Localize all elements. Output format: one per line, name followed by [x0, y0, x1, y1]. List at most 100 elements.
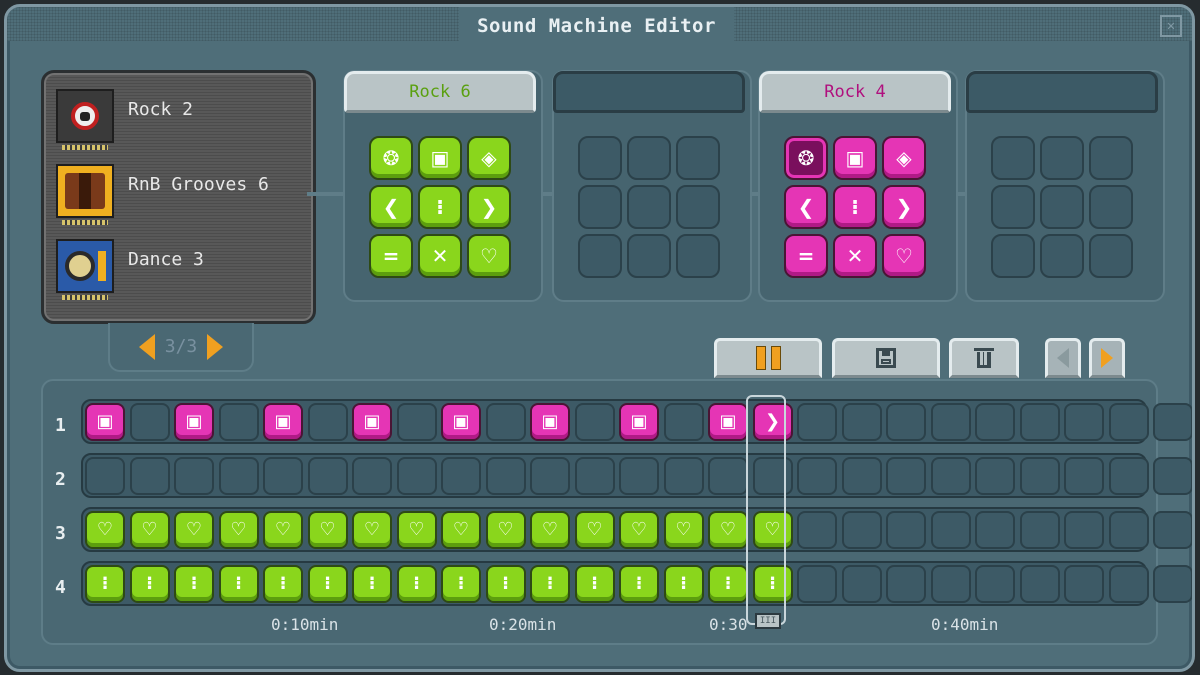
empty-beat-cell[interactable] — [841, 511, 882, 549]
empty-beat-cell[interactable] — [797, 403, 837, 441]
empty-beat-cell[interactable] — [129, 403, 170, 441]
beat-cell[interactable]: ⁝ — [441, 565, 481, 603]
beat-cell[interactable]: ⁝ — [619, 565, 659, 603]
empty-beat-cell[interactable] — [886, 511, 926, 549]
beat-cell[interactable]: ⁝ — [663, 565, 704, 603]
next-page-arrow-icon[interactable] — [207, 333, 224, 360]
sound-pad[interactable]: ❂ — [784, 136, 828, 180]
empty-beat-cell[interactable] — [797, 457, 837, 495]
empty-beat-cell[interactable] — [218, 457, 259, 495]
beat-cell[interactable]: ⁝ — [396, 565, 437, 603]
empty-beat-cell[interactable] — [930, 403, 971, 441]
beat-cell[interactable]: ♡ — [352, 511, 392, 549]
sound-pad[interactable]: ❯ — [467, 185, 511, 229]
empty-beat-cell[interactable] — [1108, 511, 1149, 549]
beat-cell[interactable]: ▣ — [352, 403, 392, 441]
scroll-left-button[interactable] — [1045, 338, 1081, 378]
empty-beat-cell[interactable] — [396, 403, 437, 441]
sound-pad[interactable]: ♡ — [467, 234, 511, 278]
beat-cell[interactable]: ♡ — [85, 511, 125, 549]
pause-button[interactable] — [714, 338, 822, 378]
empty-beat-cell[interactable] — [1153, 457, 1192, 495]
library-item-dance-3[interactable]: Dance 3 — [56, 239, 204, 300]
sound-pad[interactable]: ✕ — [833, 234, 877, 278]
beat-cell[interactable]: ♡ — [263, 511, 303, 549]
sound-pad[interactable]: ✕ — [418, 234, 462, 278]
empty-beat-cell[interactable] — [975, 511, 1015, 549]
empty-beat-cell[interactable] — [1153, 511, 1192, 549]
empty-beat-cell[interactable] — [1108, 565, 1149, 603]
sound-pad[interactable]: ❮ — [784, 185, 828, 229]
empty-pad[interactable] — [627, 185, 671, 229]
empty-beat-cell[interactable] — [841, 565, 882, 603]
empty-beat-cell[interactable] — [530, 457, 570, 495]
empty-pad[interactable] — [1040, 185, 1084, 229]
sound-pad[interactable]: ❂ — [369, 136, 413, 180]
beat-cell[interactable]: ♡ — [663, 511, 704, 549]
empty-beat-cell[interactable] — [1108, 457, 1149, 495]
empty-beat-cell[interactable] — [1064, 403, 1104, 441]
beat-cell[interactable]: ⁝ — [574, 565, 615, 603]
empty-pad[interactable] — [627, 234, 671, 278]
empty-beat-cell[interactable] — [218, 403, 259, 441]
empty-beat-cell[interactable] — [886, 565, 926, 603]
sound-pad[interactable]: ⁝ — [418, 185, 462, 229]
library-item-rock-2[interactable]: Rock 2 — [56, 89, 193, 150]
empty-pad[interactable] — [627, 136, 671, 180]
empty-beat-cell[interactable] — [1064, 565, 1104, 603]
empty-pad[interactable] — [578, 185, 622, 229]
empty-pad[interactable] — [1040, 136, 1084, 180]
slot-title-button[interactable] — [553, 71, 745, 113]
sound-pad[interactable]: ▣ — [833, 136, 877, 180]
empty-beat-cell[interactable] — [663, 403, 704, 441]
empty-beat-cell[interactable] — [129, 457, 170, 495]
scroll-right-button[interactable] — [1089, 338, 1125, 378]
empty-pad[interactable] — [1089, 185, 1133, 229]
empty-beat-cell[interactable] — [841, 403, 882, 441]
beat-cell[interactable]: ▣ — [530, 403, 570, 441]
beat-cell[interactable]: ⁝ — [218, 565, 259, 603]
beat-cell[interactable]: ♡ — [129, 511, 170, 549]
empty-beat-cell[interactable] — [1019, 511, 1060, 549]
empty-beat-cell[interactable] — [1108, 403, 1149, 441]
sound-pad[interactable]: ❮ — [369, 185, 413, 229]
beat-cell[interactable]: ⁝ — [174, 565, 214, 603]
empty-pad[interactable] — [1089, 136, 1133, 180]
sound-pad[interactable]: ♡ — [882, 234, 926, 278]
empty-beat-cell[interactable] — [975, 565, 1015, 603]
beat-cell[interactable]: ▣ — [708, 403, 748, 441]
sound-pad[interactable]: ◈ — [882, 136, 926, 180]
empty-pad[interactable] — [1089, 234, 1133, 278]
beat-cell[interactable]: ⁝ — [307, 565, 348, 603]
beat-cell[interactable]: ♡ — [574, 511, 615, 549]
beat-cell[interactable]: ⁝ — [530, 565, 570, 603]
empty-beat-cell[interactable] — [619, 457, 659, 495]
beat-cell[interactable]: ♡ — [441, 511, 481, 549]
empty-beat-cell[interactable] — [886, 403, 926, 441]
empty-beat-cell[interactable] — [1153, 565, 1192, 603]
close-icon[interactable]: ✕ — [1160, 15, 1182, 37]
delete-button[interactable] — [949, 338, 1019, 378]
empty-beat-cell[interactable] — [174, 457, 214, 495]
empty-beat-cell[interactable] — [708, 457, 748, 495]
empty-beat-cell[interactable] — [574, 457, 615, 495]
empty-pad[interactable] — [676, 185, 720, 229]
empty-pad[interactable] — [578, 234, 622, 278]
empty-beat-cell[interactable] — [1153, 403, 1192, 441]
empty-beat-cell[interactable] — [307, 403, 348, 441]
beat-cell[interactable]: ⁝ — [129, 565, 170, 603]
empty-beat-cell[interactable] — [574, 403, 615, 441]
beat-cell[interactable]: ▣ — [85, 403, 125, 441]
prev-page-arrow-icon[interactable] — [138, 333, 155, 360]
empty-beat-cell[interactable] — [797, 565, 837, 603]
slot-title-button[interactable] — [966, 71, 1158, 113]
beat-cell[interactable]: ♡ — [530, 511, 570, 549]
empty-beat-cell[interactable] — [1019, 457, 1060, 495]
beat-cell[interactable]: ⁝ — [352, 565, 392, 603]
beat-cell[interactable]: ♡ — [485, 511, 526, 549]
save-button[interactable] — [832, 338, 940, 378]
empty-beat-cell[interactable] — [663, 457, 704, 495]
beat-cell[interactable]: ♡ — [619, 511, 659, 549]
empty-beat-cell[interactable] — [975, 457, 1015, 495]
sound-pad[interactable]: ◈ — [467, 136, 511, 180]
